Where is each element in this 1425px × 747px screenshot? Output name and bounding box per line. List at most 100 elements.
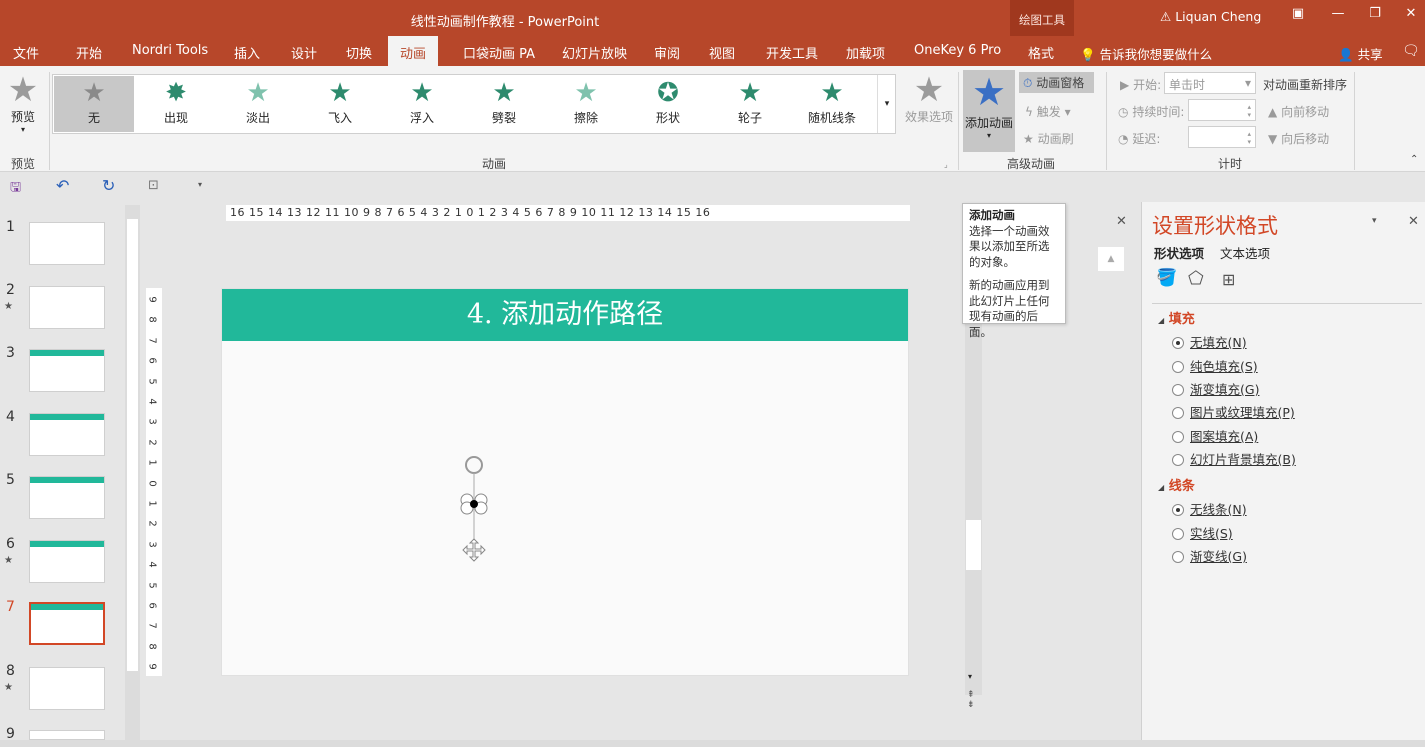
anim-appear[interactable]: ✸ 出现 <box>136 76 216 132</box>
tab-format[interactable]: 格式 <box>1028 43 1054 62</box>
slide-thumb-1[interactable] <box>29 222 105 265</box>
tab-nordri-tools[interactable]: Nordri Tools <box>132 43 208 58</box>
tab-file[interactable]: 文件 <box>13 43 39 62</box>
close-button[interactable]: ✕ <box>1398 6 1424 28</box>
thumbnails-scrollbar[interactable] <box>125 205 140 740</box>
present-icon[interactable]: ⊡ <box>148 178 159 193</box>
close-icon[interactable]: ✕ <box>1116 214 1127 229</box>
duration-spinner[interactable]: ▴ ▾ <box>1188 99 1256 121</box>
tab-slideshow[interactable]: 幻灯片放映 <box>562 43 627 62</box>
gradient-line-radio[interactable]: 渐变线(G) <box>1172 546 1247 565</box>
collapse-ribbon-icon[interactable]: ⌃ <box>1410 154 1418 165</box>
dialog-launcher-icon[interactable]: ⌟ <box>944 160 948 169</box>
tab-insert[interactable]: 插入 <box>234 43 260 62</box>
rotate-handle-icon[interactable] <box>465 456 483 474</box>
anim-float-in[interactable]: ★ 浮入 <box>382 76 462 132</box>
ribbon-display-options-icon[interactable]: ▣ <box>1285 6 1311 28</box>
anim-fade[interactable]: ★ 淡出 <box>218 76 298 132</box>
minimize-button[interactable]: — <box>1325 6 1351 28</box>
tab-developer[interactable]: 开发工具 <box>766 43 818 62</box>
redo-icon[interactable]: ↻ <box>102 176 115 195</box>
line-section-header[interactable]: ◢ 线条 <box>1158 475 1195 494</box>
gradient-fill-radio[interactable]: 渐变填充(G) <box>1172 379 1259 398</box>
pane-close-icon[interactable]: ✕ <box>1408 214 1419 229</box>
slide-title[interactable]: 4. 添加动作路径 <box>222 289 908 341</box>
anim-random-bars[interactable]: ★ 随机线条 <box>792 76 872 132</box>
delay-spinner[interactable]: ▴ ▾ <box>1188 126 1256 148</box>
preview-button[interactable]: ★ 预览 ▾ <box>2 72 44 134</box>
prev-next-slide-icons[interactable]: ⇞ ⇟ <box>967 690 975 710</box>
slide-number: 2 <box>6 282 15 298</box>
tab-view[interactable]: 视图 <box>709 43 735 62</box>
save-icon[interactable]: 🖫 <box>10 178 21 200</box>
status-bar <box>0 740 1425 747</box>
slide-thumb-4[interactable] <box>29 413 105 456</box>
tab-review[interactable]: 审阅 <box>654 43 680 62</box>
anim-wipe[interactable]: ★ 擦除 <box>546 76 626 132</box>
trigger-button[interactable]: ϟ 触发 ▾ <box>1025 103 1071 120</box>
anim-fly-in[interactable]: ★ 飞入 <box>300 76 380 132</box>
animation-pane-button[interactable]: ⏱ 动画窗格 <box>1019 72 1095 93</box>
customize-qat-icon[interactable]: ▾ <box>198 180 202 189</box>
anim-split[interactable]: ★ 劈裂 <box>464 76 544 132</box>
fill-section-header[interactable]: ◢ 填充 <box>1158 308 1195 327</box>
background-fill-radio[interactable]: 幻灯片背景填充(B) <box>1172 449 1296 468</box>
radio-label: 实线(S) <box>1190 526 1233 541</box>
tab-onekey[interactable]: OneKey 6 Pro <box>914 43 1001 58</box>
fill-line-icon[interactable]: 🪣 <box>1156 268 1177 288</box>
effects-pentagon-icon[interactable]: ⬠ <box>1188 268 1204 289</box>
size-properties-icon[interactable]: ⊞ <box>1222 270 1235 289</box>
tab-addins[interactable]: 加载项 <box>846 43 885 62</box>
user-name: Liquan Cheng <box>1175 9 1262 24</box>
picture-fill-radio[interactable]: 图片或纹理填充(P) <box>1172 402 1295 421</box>
maximize-button[interactable]: ❐ <box>1362 6 1388 28</box>
tab-animations[interactable]: 动画 <box>388 36 439 66</box>
pattern-fill-radio[interactable]: 图案填充(A) <box>1172 426 1258 445</box>
tab-design[interactable]: 设计 <box>291 43 317 62</box>
slide-thumb-3[interactable] <box>29 349 105 392</box>
anim-label: 浮入 <box>409 111 434 125</box>
slide-thumb-5[interactable] <box>29 476 105 519</box>
selected-shape[interactable] <box>452 449 492 569</box>
thumb-band <box>30 350 104 356</box>
slide-thumb-7[interactable] <box>29 602 105 645</box>
anim-wheel[interactable]: ★ 轮子 <box>710 76 790 132</box>
tab-home[interactable]: 开始 <box>76 43 102 62</box>
slide-thumb-6[interactable] <box>29 540 105 583</box>
ruler-tick-label: 9 <box>146 296 158 303</box>
no-line-radio[interactable]: 无线条(N) <box>1172 499 1247 518</box>
anim-none[interactable]: ★ 无 <box>54 76 134 132</box>
slide-thumb-2[interactable] <box>29 286 105 329</box>
gallery-more-arrow-icon[interactable]: ▾ <box>877 75 896 133</box>
tab-transitions[interactable]: 切换 <box>346 43 372 62</box>
tell-me-box[interactable]: 💡 告诉我你想要做什么 <box>1080 44 1212 63</box>
tab-text-options[interactable]: 文本选项 <box>1220 246 1270 261</box>
scroll-up-icon[interactable]: ▲ <box>1098 247 1124 271</box>
solid-line-radio[interactable]: 实线(S) <box>1172 523 1233 542</box>
start-select[interactable]: 单击时 ▾ <box>1164 72 1256 94</box>
move-later-button[interactable]: ▼ 向后移动 <box>1268 130 1329 147</box>
solid-fill-radio[interactable]: 纯色填充(S) <box>1172 356 1258 375</box>
comments-icon[interactable]: 🗨 <box>1402 43 1420 59</box>
slide-canvas[interactable]: 4. 添加动作路径 <box>221 288 909 676</box>
slide-thumb-8[interactable] <box>29 667 105 710</box>
tab-shape-options[interactable]: 形状选项 <box>1154 246 1204 261</box>
scrollbar-thumb[interactable] <box>966 520 981 570</box>
add-animation-star-icon: ★ <box>971 70 1007 114</box>
animation-painter-button[interactable]: ★ 动画刷 <box>1023 130 1074 147</box>
add-animation-button[interactable]: ★ 添加动画 ▾ <box>963 70 1015 152</box>
pane-options-icon[interactable]: ▾ <box>1372 216 1377 226</box>
move-earlier-button[interactable]: ▲ 向前移动 <box>1268 103 1329 120</box>
share-button[interactable]: 👤 共享 <box>1338 44 1383 63</box>
shape-point[interactable] <box>470 500 478 508</box>
no-fill-radio[interactable]: 无填充(N) <box>1172 332 1247 351</box>
tab-pocket-animation[interactable]: 口袋动画 PA <box>463 43 535 62</box>
user-account[interactable]: ⚠ Liquan Cheng <box>1160 9 1261 24</box>
effect-options-button[interactable]: ★ 效果选项 <box>902 72 956 125</box>
scrollbar-thumb[interactable] <box>127 219 138 671</box>
undo-icon[interactable]: ↶ <box>56 176 69 195</box>
slide-thumb-9[interactable] <box>29 730 105 740</box>
anim-shape[interactable]: ✪ 形状 <box>628 76 708 132</box>
scroll-down-icon[interactable]: ▾ <box>968 672 972 681</box>
move-handle-icon[interactable] <box>462 538 486 562</box>
